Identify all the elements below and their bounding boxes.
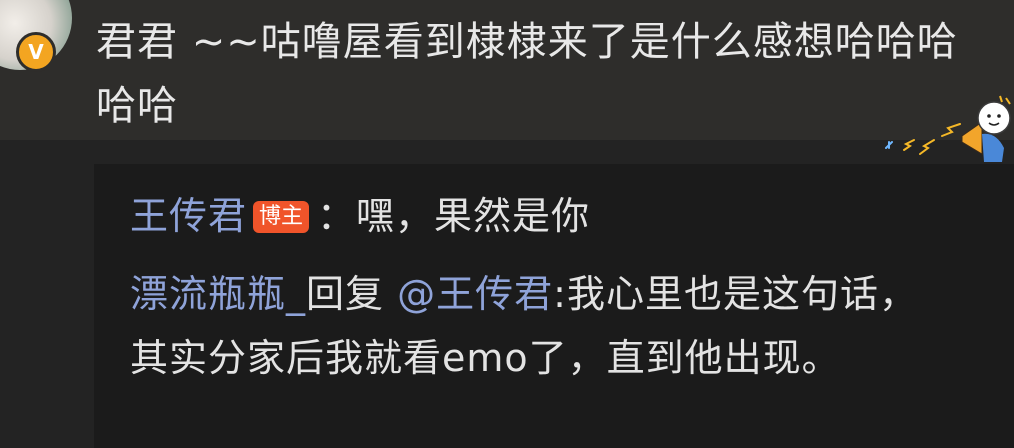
mention-link[interactable]: @王传君 <box>397 272 553 316</box>
blogger-badge: 博主 <box>253 201 310 233</box>
reply-word: 回复 <box>306 272 385 316</box>
reply-item[interactable]: 漂流瓶瓶_回复 @王传君:我心里也是这句话，其实分家后我就看emo了，直到他出现… <box>130 262 930 390</box>
reply-text: 嘿，果然是你 <box>356 194 591 238</box>
reply-author-name[interactable]: 王传君 <box>130 194 247 238</box>
megaphone-cartoon-sticker-icon <box>885 95 1011 162</box>
reply-separator: ： <box>317 194 357 238</box>
comment-text: 君君 ~~咕噜屋看到棣棣来了是什么感想哈哈哈哈哈 <box>96 19 958 129</box>
verified-badge: V <box>16 32 56 72</box>
reply-author-name[interactable]: 漂流瓶瓶_ <box>130 272 306 316</box>
reply-item[interactable]: 王传君 博主 ：嘿，果然是你 <box>130 190 590 242</box>
reply-separator: : <box>553 272 567 316</box>
